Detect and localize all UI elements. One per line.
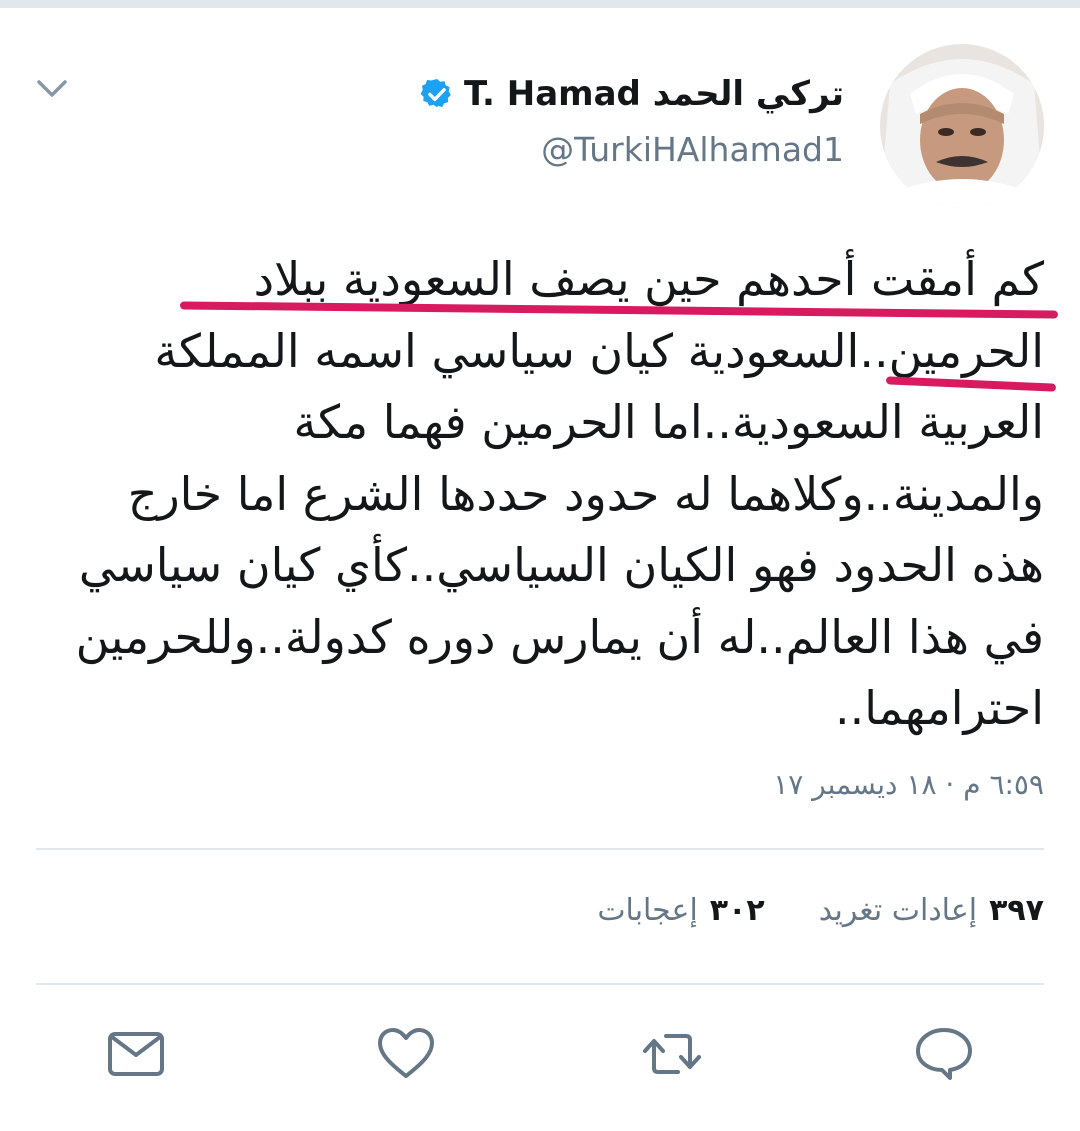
retweet-button[interactable]: [640, 1022, 704, 1086]
top-rule: [0, 0, 1080, 8]
divider: [36, 848, 1044, 850]
tweet-text: كم أمقت أحدهم حين يصف السعودية ببلاد الح…: [36, 244, 1044, 745]
reply-icon: [916, 1028, 972, 1080]
verified-badge-icon: [420, 79, 451, 108]
retweet-icon: [643, 1034, 701, 1074]
tweet-timestamp[interactable]: ٦:٥٩ م · ١٨ ديسمبر ١٧: [773, 768, 1044, 801]
author-display-name[interactable]: تركي الحمد T. Hamad: [464, 74, 844, 114]
tweet-text-line: والمدينة..وكلاهما له حدود حددها الشرع ام…: [127, 466, 1044, 521]
author-name-row[interactable]: تركي الحمد T. Hamad: [420, 74, 844, 114]
message-icon: [108, 1032, 164, 1076]
divider: [36, 983, 1044, 985]
reply-button[interactable]: [912, 1022, 976, 1086]
likes-count[interactable]: ٣٠٢: [710, 893, 765, 928]
tweet-text-line: في هذا العالم..له أن يمارس دوره كدولة..و…: [75, 609, 1044, 664]
like-button[interactable]: [374, 1022, 438, 1086]
direct-message-button[interactable]: [104, 1022, 168, 1086]
heart-icon: [378, 1028, 434, 1078]
likes-label[interactable]: إعجابات: [597, 893, 697, 928]
avatar[interactable]: [880, 44, 1044, 208]
tweet-stats: ٣٩٧ إعادات تغريد ٣٠٢ إعجابات: [597, 893, 1044, 928]
retweets-label[interactable]: إعادات تغريد: [819, 893, 977, 928]
author-handle[interactable]: @TurkiHAlhamad1: [541, 130, 844, 169]
retweets-count[interactable]: ٣٩٧: [989, 893, 1044, 928]
chevron-down-icon[interactable]: [34, 70, 70, 106]
tweet-text-line: احترامهما..: [835, 681, 1044, 735]
tweet-text-line: هذه الحدود فهو الكيان السياسي..كأي كيان …: [78, 538, 1044, 592]
avatar-image: [880, 44, 1044, 208]
tweet-text-line: العربية السعودية..اما الحرمين فهما مكة: [293, 395, 1044, 449]
